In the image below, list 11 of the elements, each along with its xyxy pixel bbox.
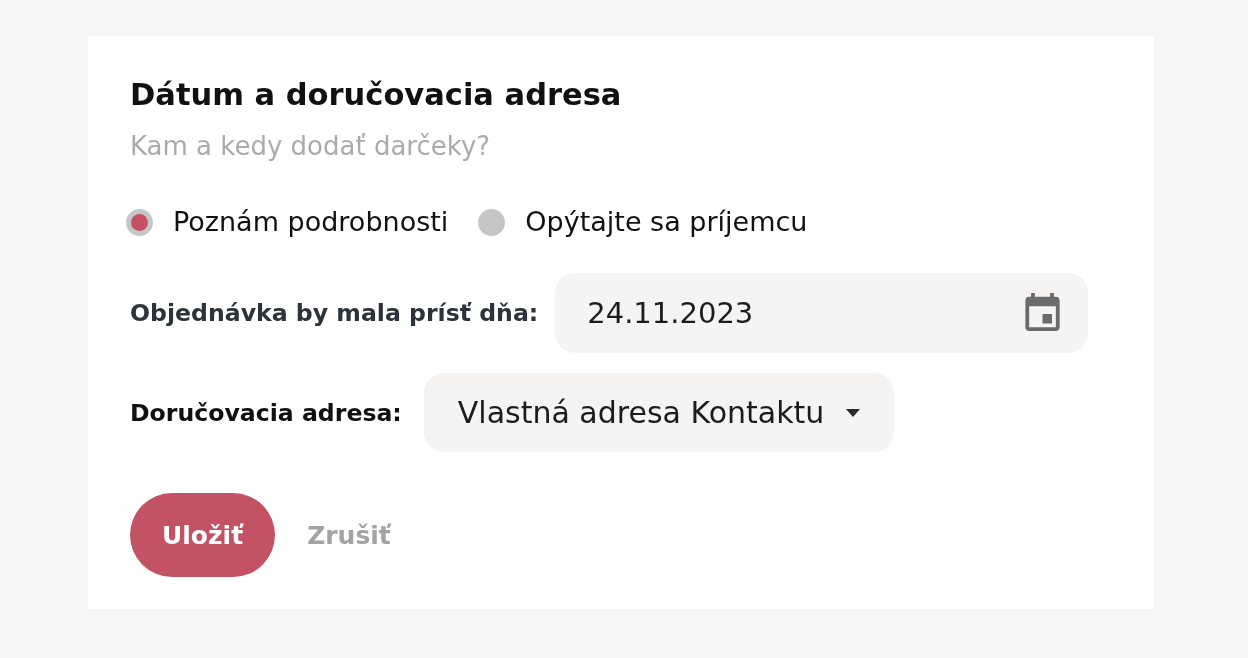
calendar-icon [1024, 293, 1062, 333]
card-title: Dátum a doručovacia adresa [130, 77, 622, 113]
radio-option[interactable]: Poznám podrobnosti [126, 207, 449, 237]
address-dropdown[interactable]: Vlastná adresa Kontaktu [423, 373, 895, 452]
card-subtitle: Kam a kedy dodať darčeky? [130, 132, 491, 160]
save-button[interactable]: Uložiť [130, 493, 276, 577]
field-label: Objednávka by mala prísť dňa: [130, 299, 539, 327]
field-label: Doručovacia adresa: [130, 398, 402, 427]
radio-option[interactable]: Opýtajte sa príjemcu [478, 207, 808, 237]
date-field[interactable]: 24.11.2023 [555, 273, 1089, 353]
caret-icon [846, 408, 861, 417]
